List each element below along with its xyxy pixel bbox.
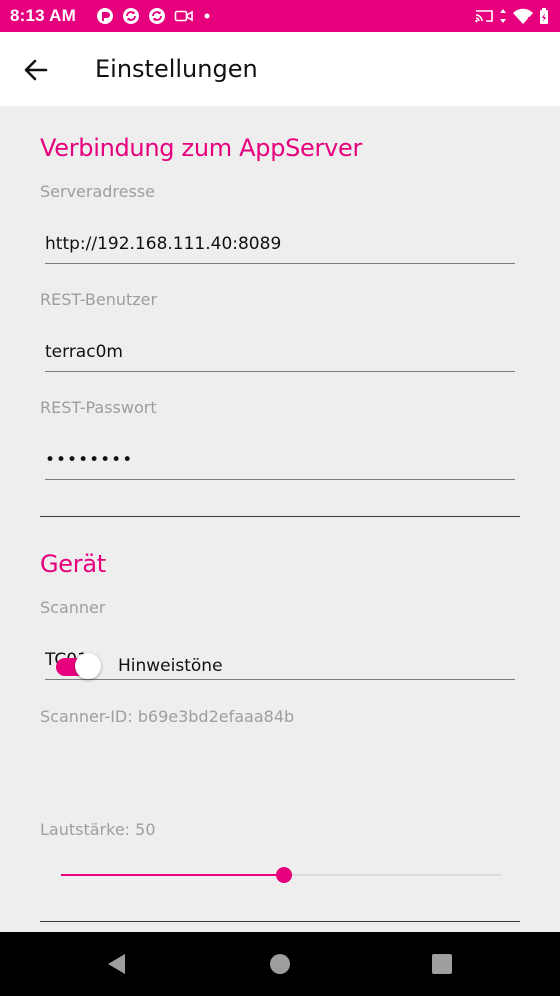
sync-icon: [148, 7, 166, 25]
section-divider: [40, 516, 520, 517]
slider-fill: [61, 874, 284, 876]
nav-back-button[interactable]: [105, 952, 129, 976]
status-system-icons: 5: [474, 7, 550, 25]
status-time: 8:13 AM: [10, 6, 76, 25]
nav-recents-button[interactable]: [430, 952, 454, 976]
scanner-input[interactable]: [45, 641, 515, 680]
scanner-id-text: Scanner-ID: b69e3bd2efaaa84b: [40, 707, 295, 726]
sound-toggle-label: Hinweistöne: [118, 656, 223, 676]
rest-password-label: REST-Passwort: [40, 398, 157, 417]
server-address-input[interactable]: [45, 225, 515, 264]
sound-toggle[interactable]: [56, 653, 102, 679]
section-title-connection: Verbindung zum AppServer: [40, 134, 363, 162]
settings-content[interactable]: Verbindung zum AppServer Serveradresse R…: [0, 106, 560, 932]
volume-label: Lautstärke: 50: [40, 820, 156, 839]
back-triangle-icon: [108, 954, 125, 974]
dot-icon: [202, 7, 212, 25]
page-title: Einstellungen: [95, 55, 258, 83]
slider-thumb[interactable]: [276, 867, 292, 883]
home-circle-icon: [270, 954, 290, 974]
rest-password-input[interactable]: [45, 441, 515, 480]
battery-charging-icon: [538, 7, 550, 25]
sync-icon: [122, 7, 140, 25]
section-title-device: Gerät: [40, 550, 106, 578]
status-bar: 8:13 AM 5: [0, 0, 560, 32]
data-arrows-icon: [498, 7, 508, 25]
toggle-thumb: [75, 653, 101, 679]
rest-user-input[interactable]: [45, 333, 515, 372]
rest-user-label: REST-Benutzer: [40, 290, 158, 309]
cast-icon: [474, 7, 494, 25]
section-divider: [40, 921, 520, 922]
arrow-left-icon: [24, 59, 48, 81]
svg-text:5: 5: [527, 16, 532, 25]
scanner-label: Scanner: [40, 598, 106, 617]
wifi-icon: 5: [512, 7, 534, 25]
nav-home-button[interactable]: [268, 952, 292, 976]
status-notification-icons: [96, 7, 212, 25]
back-button[interactable]: [20, 54, 52, 86]
volume-slider[interactable]: [61, 863, 501, 887]
notification-app-icon: [96, 7, 114, 25]
video-icon: [174, 7, 194, 25]
navigation-bar: [0, 932, 560, 996]
app-bar: Einstellungen: [0, 32, 560, 106]
server-address-label: Serveradresse: [40, 182, 156, 201]
recents-square-icon: [432, 954, 452, 974]
